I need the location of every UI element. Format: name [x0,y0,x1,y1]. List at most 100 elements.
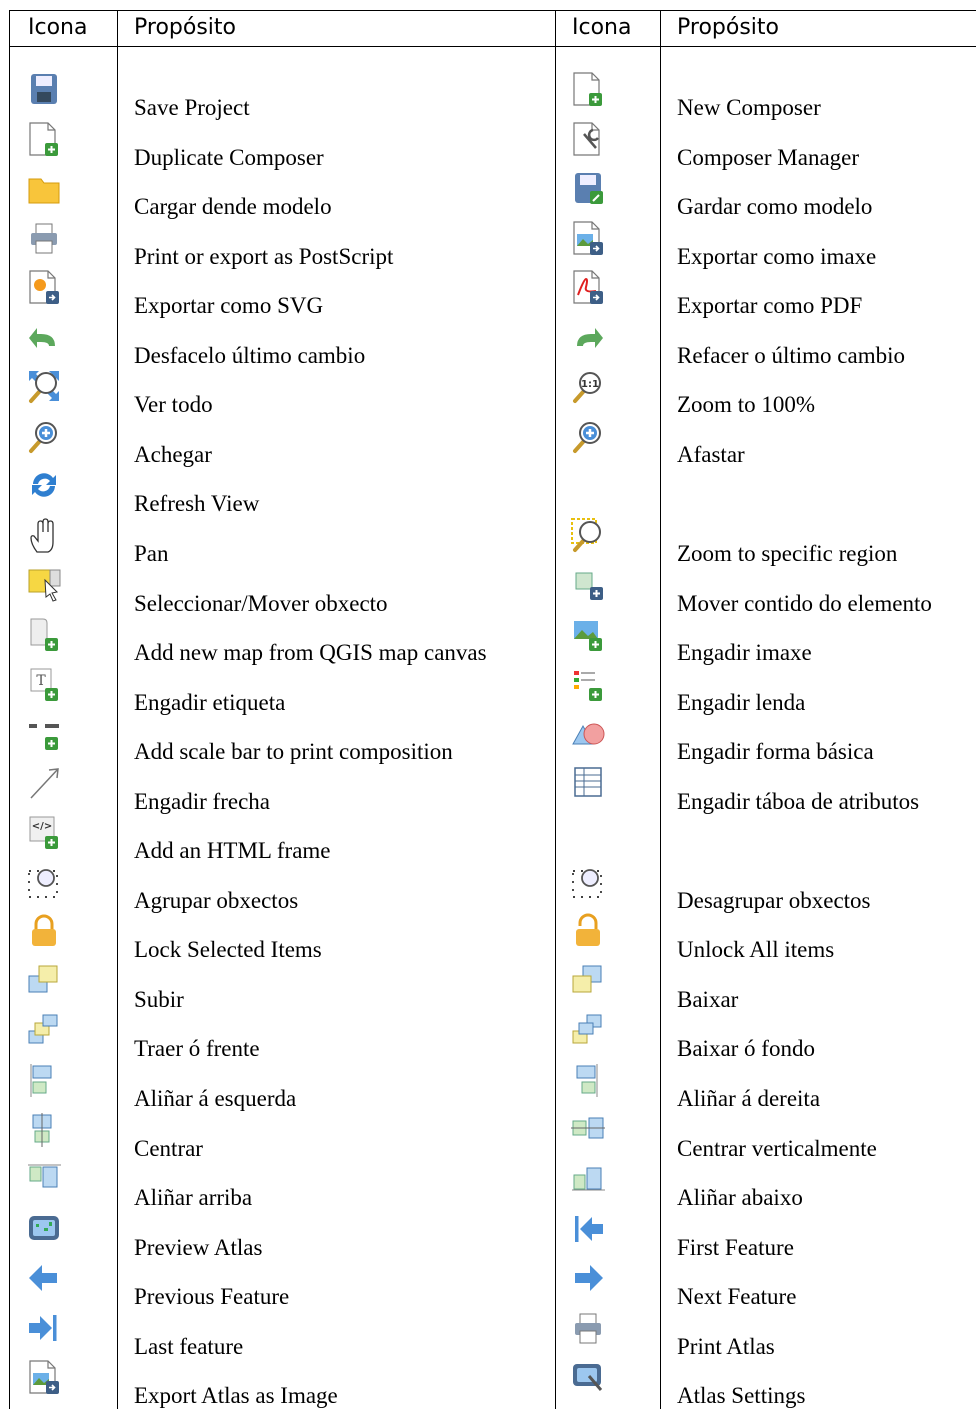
purpose-text-right: Baixar ó fondo [677,1036,815,1062]
table-row: Exportar como SVG Exportar como PDF [0,268,976,318]
purpose-text-left: Save Project [134,95,250,120]
align-top-icon [25,1160,65,1200]
export-atlas-image-icon [25,1358,65,1398]
composer-manager-icon [569,120,609,160]
purpose-text-right: Gardar como modelo [677,194,873,220]
add-table-icon [569,764,609,804]
print-atlas-icon [569,1309,609,1349]
table-row: Achegar Afastar [0,417,976,467]
purpose-text-left: Add an HTML frame [134,838,331,864]
purpose-text-left: Achegar [134,441,212,467]
purpose-text-right: Unlock All items [677,937,835,963]
add-legend-icon [569,665,609,705]
table-row: Seleccionar/Mover obxecto Mover contido d… [0,566,976,616]
svg-text:1:1: 1:1 [581,379,599,390]
table-row: Centrar Centrar verticalmente [0,1111,976,1161]
table-row: Desfacelo último cambio Refacer o último … [0,318,976,368]
table-row: </> Add an HTML frame [0,813,976,863]
purpose-text-left: Duplicate Composer [134,144,324,170]
zoom-out-icon [569,417,609,457]
previous-feature-icon [25,1259,65,1299]
atlas-preview-icon [25,1210,65,1250]
purpose-text-left: Pan [134,540,169,566]
table-row: Export Atlas as Image Atlas Settings [0,1358,976,1408]
purpose-text-left: Centrar [134,1135,203,1161]
table-row: Print or export as PostScript Exportar co… [0,219,976,269]
header-purpose-left: Propósito [134,15,236,40]
header-icon-left: Icona [28,15,88,40]
purpose-text-right: Zoom to 100% [677,392,815,418]
ungroup-items-icon [569,863,609,903]
purpose-text-right: Aliñar abaixo [677,1185,803,1211]
send-back-icon [569,1011,609,1051]
pan-hand-icon [25,516,65,556]
purpose-text-right: Zoom to specific region [677,540,898,566]
align-right-icon [569,1061,609,1101]
table-row: Previous Feature Next Feature [0,1259,976,1309]
zoom-region-icon [569,516,609,556]
purpose-text-left: Ver todo [134,392,213,418]
purpose-text-right: Baixar [677,986,739,1012]
zoom-in-icon [25,417,65,457]
purpose-text-right: Aliñar á dereita [677,1086,821,1111]
purpose-text-left: Aliñar arriba [134,1185,253,1211]
table-row: Ver todo 1:1 Zoom to 100% [0,367,976,417]
bring-front-icon [25,1011,65,1051]
redo-icon [569,318,609,358]
purpose-text-left: Print or export as PostScript [134,243,394,269]
svg-text:T: T [36,673,46,689]
export-image-icon [569,219,609,259]
select-move-icon [25,566,65,606]
purpose-text-right: Composer Manager [677,144,860,170]
unlock-icon [569,912,609,952]
add-shape-icon [569,714,609,754]
table-row: Aliñar arriba Aliñar abaixo [0,1160,976,1210]
purpose-text-right: Mover contido do elemento [677,590,932,616]
lock-icon [25,912,65,952]
table-row: Cargar dende modelo Gardar como modelo [0,169,976,219]
export-pdf-icon [569,268,609,308]
align-hcenter-icon [25,1111,65,1151]
header-purpose-right: Propósito [677,15,779,40]
purpose-text-right: Print Atlas [677,1333,775,1359]
purpose-text-right: Exportar como PDF [677,293,863,319]
purpose-text-left: Preview Atlas [134,1234,263,1260]
table-header-rule [9,46,976,47]
purpose-text-right: Afastar [677,441,745,467]
table-row: Preview Atlas First Feature [0,1210,976,1260]
purpose-text-left: Exportar como SVG [134,293,324,319]
next-feature-icon [569,1259,609,1299]
purpose-text-left: Subir [134,986,184,1012]
purpose-text-left: Cargar dende modelo [134,194,332,220]
move-content-icon [569,566,609,606]
zoom-actual-icon: 1:1 [569,367,609,407]
purpose-text-left: Engadir etiqueta [134,689,286,715]
purpose-text-right: Engadir táboa de atributos [677,788,920,814]
new-composer-icon [569,70,609,110]
table-top-rule [9,10,976,11]
icon-reference-table: Icona Propósito Icona Propósito Save Pro… [0,0,976,1409]
align-bottom-icon [569,1160,609,1200]
add-label-icon: T [25,665,65,705]
add-image-icon [569,615,609,655]
table-row: Duplicate Composer Composer Manager [0,120,976,170]
table-row: Add scale bar to print composition Engadi… [0,714,976,764]
align-left-icon [25,1061,65,1101]
table-row: T Engadir etiqueta Engadir lenda [0,665,976,715]
refresh-icon [25,466,65,506]
first-feature-icon [569,1210,609,1250]
purpose-text-left: Engadir frecha [134,788,271,814]
purpose-text-left: Seleccionar/Mover obxecto [134,590,388,616]
folder-open-icon [25,169,65,209]
table-row: Pan Zoom to specific region [0,516,976,566]
table-row: Subir Baixar [0,962,976,1012]
table-row: Lock Selected Items Unlock All items [0,912,976,962]
purpose-text-left: Desfacelo último cambio [134,342,366,368]
purpose-text-left: Traer ó frente [134,1036,260,1062]
table-row: Aliñar á esquerda Aliñar á dereita [0,1061,976,1111]
add-arrow-icon [25,764,65,804]
export-svg-icon [25,268,65,308]
duplicate-composer-icon [25,120,65,160]
table-row: Engadir frecha Engadir táboa de atributos [0,764,976,814]
purpose-text-right: Desagrupar obxectos [677,887,871,913]
